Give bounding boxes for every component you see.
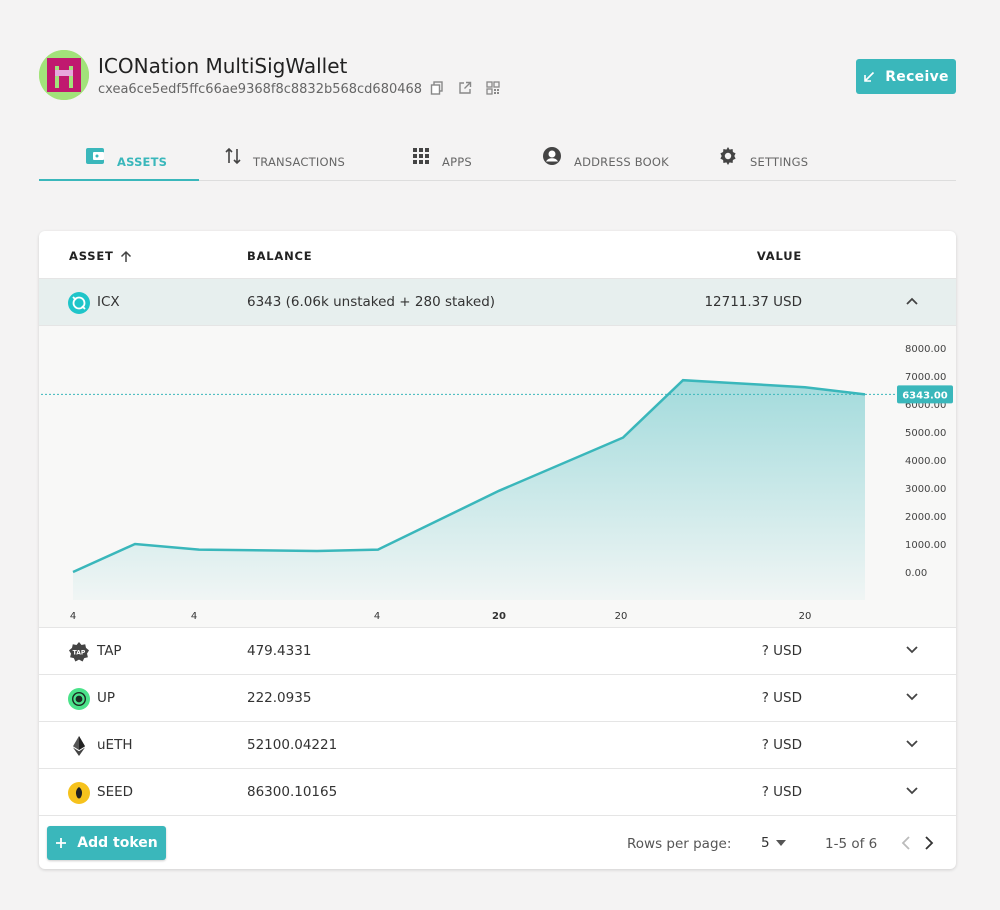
wallet-address: cxea6ce5edf5ffc66ae9368f8c8832b568cd6804…	[98, 82, 423, 97]
plus-icon	[56, 838, 67, 848]
asset-value: ? USD	[761, 784, 802, 800]
chevron-down-icon[interactable]	[905, 786, 919, 796]
y-tick-label: 2000.00	[905, 512, 946, 523]
table-row-up[interactable]: UP 222.0935 ? USD	[39, 675, 956, 722]
table-footer: Add token Rows per page: 5 1-5 of 6	[39, 816, 956, 869]
assets-table: ASSET BALANCE VALUE ICX 6343 (6.06k unst…	[39, 231, 956, 869]
asset-balance: 6343 (6.06k unstaked + 280 staked)	[247, 294, 496, 310]
gear-icon	[720, 147, 736, 165]
y-tick-label: 8000.00	[905, 344, 946, 355]
current-value-label: 6343.00	[902, 390, 948, 401]
x-tick-label: 20	[492, 611, 506, 622]
copy-icon[interactable]	[430, 80, 444, 95]
chevron-down-icon[interactable]	[905, 739, 919, 749]
asset-balance: 52100.04221	[247, 737, 338, 753]
tab-address-book[interactable]: ADDRESS BOOK	[542, 135, 669, 181]
external-link-icon[interactable]	[458, 80, 472, 94]
tab-apps[interactable]: APPS	[412, 135, 472, 181]
chart-area-fill	[73, 380, 865, 600]
chevron-left-icon[interactable]	[900, 835, 912, 851]
x-tick-label: 4	[191, 611, 197, 622]
wallet-name: ICONation MultiSigWallet	[98, 54, 348, 78]
chevron-down-icon[interactable]	[905, 692, 919, 702]
table-row-icx[interactable]: ICX 6343 (6.06k unstaked + 280 staked) 1…	[39, 279, 956, 326]
wallet-icon	[86, 148, 104, 164]
current-value-badge: 6343.00	[897, 385, 953, 404]
asset-symbol: SEED	[97, 784, 134, 800]
x-tick-label: 20	[799, 611, 812, 622]
column-header-asset[interactable]: ASSET	[69, 249, 132, 263]
receive-label: Receive	[885, 68, 949, 85]
rows-per-page-label: Rows per page:	[627, 836, 732, 852]
sort-arrow-up-icon	[120, 250, 131, 262]
table-header: ASSET BALANCE VALUE	[39, 231, 956, 279]
arrow-down-left-icon	[864, 71, 875, 82]
tap-icon: TAP	[68, 641, 90, 663]
y-tick-label: 3000.00	[905, 484, 946, 495]
wallet-header: ICONation MultiSigWallet cxea6ce5edf5ffc…	[39, 50, 956, 102]
tab-label: APPS	[442, 155, 472, 169]
qr-code-icon[interactable]	[486, 80, 500, 95]
column-label: ASSET	[69, 249, 114, 263]
y-tick-label: 7000.00	[905, 372, 946, 383]
active-tab-indicator	[39, 179, 199, 181]
tab-label: ADDRESS BOOK	[574, 155, 669, 169]
add-token-label: Add token	[77, 835, 158, 851]
table-row-ueth[interactable]: uETH 52100.04221 ? USD	[39, 722, 956, 769]
icx-balance-chart: 8000.00 7000.00 6000.00 5000.00 4000.00 3000.…	[39, 326, 956, 628]
tab-label: ASSETS	[117, 155, 168, 169]
swap-vertical-icon	[225, 147, 241, 165]
tab-transactions[interactable]: TRANSACTIONS	[225, 135, 345, 181]
icx-icon	[68, 292, 90, 314]
asset-value: ? USD	[761, 643, 802, 659]
table-row-tap[interactable]: TAP TAP 479.4331 ? USD	[39, 628, 956, 675]
tab-settings[interactable]: SETTINGS	[718, 135, 808, 181]
asset-value: ? USD	[761, 737, 802, 753]
chevron-right-icon[interactable]	[923, 835, 935, 851]
caret-down-icon	[775, 840, 786, 846]
ethereum-icon	[68, 735, 90, 757]
tab-label: TRANSACTIONS	[253, 155, 345, 169]
asset-balance: 479.4331	[247, 643, 312, 659]
y-tick-label: 4000.00	[905, 456, 946, 467]
tab-assets[interactable]: ASSETS	[85, 135, 167, 181]
tab-bar: ASSETS TRANSACTIONS APPS ADDRESS BOOK SE…	[39, 135, 956, 181]
account-circle-icon	[543, 147, 561, 165]
pagination-range: 1-5 of 6	[825, 836, 878, 852]
column-header-value[interactable]: VALUE	[757, 249, 802, 263]
asset-symbol: TAP	[97, 643, 122, 659]
chart-svg: 8000.007000.006000.005000.004000.003000.…	[41, 344, 953, 622]
asset-value: ? USD	[761, 690, 802, 706]
y-tick-label: 0.00	[905, 568, 927, 579]
svg-text:TAP: TAP	[73, 650, 86, 657]
up-icon	[68, 688, 90, 710]
rows-per-page-select[interactable]: 5	[761, 835, 786, 851]
asset-symbol: UP	[97, 690, 116, 706]
asset-symbol: ICX	[97, 294, 120, 310]
grid-icon	[413, 148, 429, 164]
seed-icon	[68, 782, 90, 804]
tab-label: SETTINGS	[750, 155, 809, 169]
y-tick-label: 5000.00	[905, 428, 946, 439]
y-tick-label: 1000.00	[905, 540, 946, 551]
asset-balance: 86300.10165	[247, 784, 338, 800]
receive-button[interactable]: Receive	[856, 59, 956, 94]
rows-per-page-value: 5	[761, 835, 770, 851]
asset-value: 12711.37 USD	[704, 294, 802, 310]
x-tick-label: 4	[374, 611, 380, 622]
table-row-seed[interactable]: SEED 86300.10165 ? USD	[39, 769, 956, 816]
column-header-balance[interactable]: BALANCE	[247, 249, 312, 263]
add-token-button[interactable]: Add token	[47, 826, 166, 860]
asset-balance: 222.0935	[247, 690, 312, 706]
asset-symbol: uETH	[97, 737, 133, 753]
x-tick-label: 4	[70, 611, 76, 622]
avatar	[39, 50, 89, 100]
x-tick-label: 20	[615, 611, 628, 622]
chevron-up-icon[interactable]	[905, 296, 919, 306]
chevron-down-icon[interactable]	[905, 645, 919, 655]
